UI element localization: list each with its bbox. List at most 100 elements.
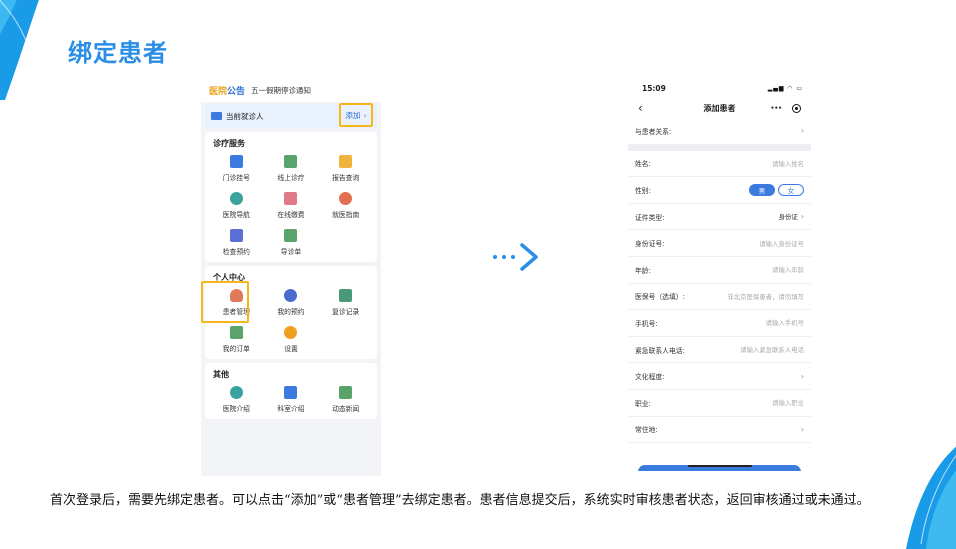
field-label: 文化程度: xyxy=(635,373,665,382)
notice-text: 五一假期停诊通知 xyxy=(251,85,312,95)
decorative-wave-top-left xyxy=(0,0,39,100)
menu-item-label: 复诊记录 xyxy=(332,308,360,316)
notice-bar[interactable]: 医院公告 五一假期停诊通知 xyxy=(201,78,381,102)
medical-services-section: 诊疗服务 门诊挂号 线上诊疗 报告查询 医院导航 在线缴费 就医指南 检查预约 … xyxy=(205,132,377,262)
record-icon xyxy=(339,289,353,302)
menu-item-online-consult[interactable]: 线上诊疗 xyxy=(264,155,319,182)
field-label: 常住地: xyxy=(635,426,658,435)
field-label: 证件类型: xyxy=(635,213,665,222)
news-icon xyxy=(339,386,353,399)
report-icon xyxy=(339,155,353,168)
more-button[interactable]: ••• xyxy=(770,105,782,112)
menu-item-news[interactable]: 动态新闻 xyxy=(318,386,373,413)
menu-item-my-appointments[interactable]: 我的预约 xyxy=(264,289,319,316)
menu-item-my-orders[interactable]: 我的订单 xyxy=(209,326,264,353)
status-time: 15:09 xyxy=(642,83,666,93)
menu-item-registration[interactable]: 门诊挂号 xyxy=(209,155,264,182)
field-label: 手机号: xyxy=(635,319,658,328)
gender-female-toggle[interactable]: 女 xyxy=(778,183,804,196)
menu-item-report-query[interactable]: 报告查询 xyxy=(318,155,373,182)
phone-row: 手机号: 请输入手机号 xyxy=(628,310,811,337)
dotted-arrow-right-icon xyxy=(493,243,538,271)
current-patient-label: 当前就诊人 xyxy=(226,111,264,121)
occupation-input[interactable]: 请输入职业 xyxy=(772,398,804,407)
menu-item-label: 科室介绍 xyxy=(277,405,305,413)
chevron-right-icon: › xyxy=(800,424,804,434)
relation-row[interactable]: 与患者关系: › xyxy=(628,118,811,145)
page-title: 添加患者 xyxy=(703,103,736,113)
personal-center-section: 个人中心 患者管理 我的预约 复诊记录 我的订单 设置 xyxy=(201,266,377,359)
field-label: 与患者关系: xyxy=(635,127,672,136)
slide-caption: 首次登录后，需要先绑定患者。可以点击“添加”或“患者管理”去绑定患者。患者信息提… xyxy=(50,493,870,508)
highlight-box xyxy=(201,281,249,323)
menu-item-label: 医院导航 xyxy=(222,211,250,219)
payment-icon xyxy=(284,192,298,205)
order-icon xyxy=(229,326,243,339)
id-number-input[interactable]: 请输入身份证号 xyxy=(759,239,804,248)
menu-item-department-intro[interactable]: 科室介绍 xyxy=(264,386,319,413)
menu-item-revisit-records[interactable]: 复诊记录 xyxy=(318,289,373,316)
field-label: 医保号（选填）: xyxy=(635,293,685,302)
menu-item-settings[interactable]: 设置 xyxy=(264,326,319,353)
guide-sheet-icon xyxy=(284,229,298,242)
menu-item-hospital-intro[interactable]: 医院介绍 xyxy=(209,386,264,413)
gender-male-toggle[interactable]: 男 xyxy=(749,183,775,196)
emergency-contact-row: 紧急联系人电话: 请输入紧急联系人电话 xyxy=(628,337,811,364)
age-row: 年龄: 请输入年龄 xyxy=(628,257,811,284)
home-indicator xyxy=(688,465,752,467)
clipboard-icon xyxy=(229,229,243,242)
other-section: 其他 医院介绍 科室介绍 动态新闻 xyxy=(205,363,377,419)
chevron-right-icon: › xyxy=(363,110,367,120)
menu-item-label: 动态新闻 xyxy=(332,405,360,413)
menu-item-hospital-navigation[interactable]: 医院导航 xyxy=(209,192,264,219)
slide-title: 绑定患者 xyxy=(68,39,168,67)
menu-item-label: 就医指南 xyxy=(332,211,360,219)
department-icon xyxy=(284,386,298,399)
menu-item-label: 报告查询 xyxy=(332,174,360,182)
add-label: 添加 xyxy=(345,110,361,120)
age-input[interactable]: 请输入年龄 xyxy=(772,265,804,274)
menu-item-guide-sheet[interactable]: 导诊单 xyxy=(264,229,319,256)
emergency-contact-input[interactable]: 请输入紧急联系人电话 xyxy=(740,345,804,354)
name-row: 姓名: 请输入姓名 xyxy=(628,151,811,178)
field-label: 身份证号: xyxy=(635,240,665,249)
field-label: 紧急联系人电话: xyxy=(635,346,685,355)
compass-icon xyxy=(339,192,353,205)
menu-item-exam-booking[interactable]: 检查预约 xyxy=(209,229,264,256)
settings-icon xyxy=(284,326,298,339)
clock-icon xyxy=(284,289,298,302)
chevron-right-icon: › xyxy=(800,212,804,222)
id-type-row[interactable]: 证件类型: 身份证 › xyxy=(628,204,811,231)
menu-item-patient-management[interactable]: 患者管理 xyxy=(201,281,264,323)
residence-row[interactable]: 常住地: › xyxy=(628,417,811,444)
close-target-icon[interactable] xyxy=(792,103,801,113)
insurance-input[interactable]: 非北京医保患者，请勿填写 xyxy=(727,292,804,301)
menu-item-medical-guide[interactable]: 就医指南 xyxy=(318,192,373,219)
hospital-cross-icon xyxy=(229,386,243,399)
menu-item-label: 检查预约 xyxy=(222,248,250,256)
add-patient-screen: 15:09 ▂▄▆ ◠ ▭ ‹ 添加患者 ••• 与患者关系: › 姓名: 请输… xyxy=(628,78,811,471)
menu-item-online-payment[interactable]: 在线缴费 xyxy=(264,192,319,219)
chevron-right-icon: › xyxy=(800,371,804,381)
home-screen: 医院公告 五一假期停诊通知 当前就诊人 添加 › 诊疗服务 门诊挂号 线上诊疗 … xyxy=(201,78,381,476)
nav-bar: ‹ 添加患者 ••• xyxy=(628,98,811,118)
current-patient-bar: 当前就诊人 添加 › xyxy=(205,103,377,128)
education-row[interactable]: 文化程度: › xyxy=(628,363,811,390)
decorative-wave-bottom-right xyxy=(906,446,956,549)
field-label: 姓名: xyxy=(635,160,651,169)
gender-row: 性别: 男 女 xyxy=(628,177,811,204)
announcement-logo: 医院公告 xyxy=(209,86,246,97)
section-title: 诊疗服务 xyxy=(213,139,245,148)
add-patient-button[interactable]: 添加 › xyxy=(339,103,373,127)
back-button[interactable]: ‹ xyxy=(638,101,672,115)
chevron-left-icon: ‹ xyxy=(638,101,643,115)
menu-item-label: 门诊挂号 xyxy=(222,174,250,182)
name-input[interactable]: 请输入姓名 xyxy=(772,159,804,168)
field-label: 年龄: xyxy=(635,266,651,275)
phone-input[interactable]: 请输入手机号 xyxy=(766,318,804,327)
status-bar: 15:09 ▂▄▆ ◠ ▭ xyxy=(628,78,811,98)
video-chat-icon xyxy=(284,155,298,168)
signal-wifi-battery-icon: ▂▄▆ ◠ ▭ xyxy=(767,84,803,92)
id-number-row: 身份证号: 请输入身份证号 xyxy=(628,230,811,257)
chevron-right-icon: › xyxy=(800,126,804,136)
